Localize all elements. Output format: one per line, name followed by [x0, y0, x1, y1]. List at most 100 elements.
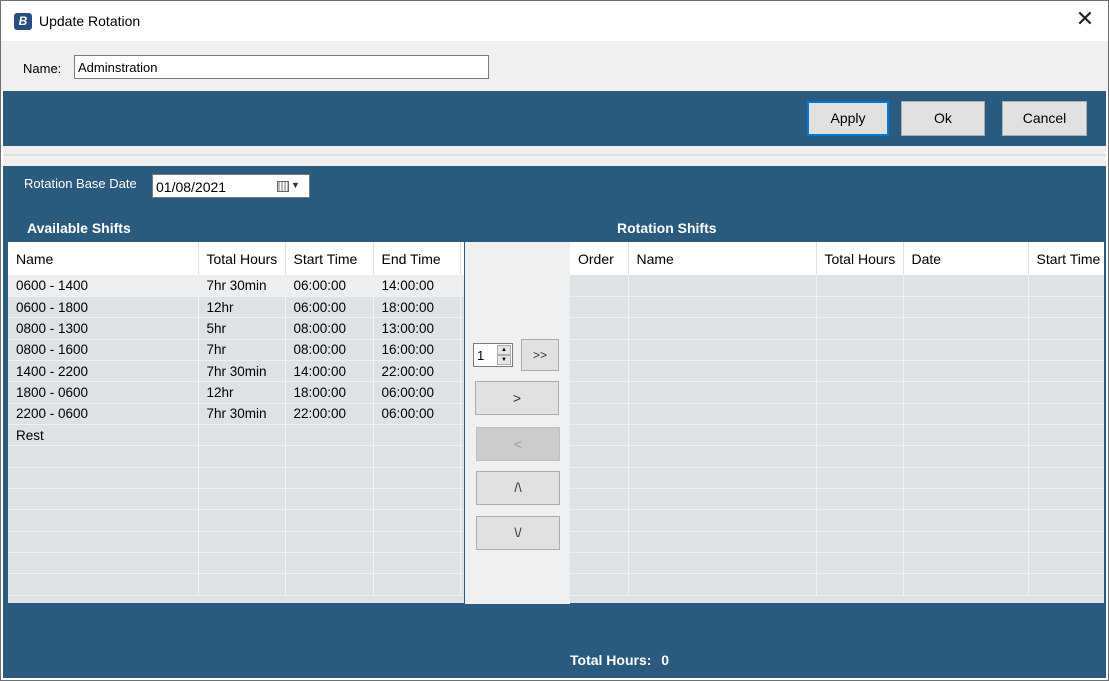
filler-cell	[460, 467, 464, 489]
empty-cell	[570, 360, 629, 383]
empty-cell	[570, 424, 629, 447]
column-header-name[interactable]: Name	[8, 242, 199, 275]
total-hours-value: 0	[661, 652, 670, 668]
empty-cell	[373, 552, 461, 575]
empty-row	[8, 488, 464, 511]
empty-cell	[373, 573, 461, 596]
column-header-total-hours[interactable]: Total Hours	[198, 242, 286, 275]
table-cell: 06:00:00	[373, 381, 461, 404]
quantity-stepper[interactable]: 1 ▲ ▼	[473, 343, 513, 367]
table-cell: 7hr 30min	[198, 403, 286, 425]
stepper-up-icon[interactable]: ▲	[497, 345, 511, 355]
empty-cell	[903, 403, 1029, 425]
empty-cell	[8, 531, 199, 553]
table-cell: 18:00:00	[373, 296, 461, 319]
empty-cell	[285, 552, 374, 575]
empty-cell	[816, 424, 904, 447]
table-cell: 13:00:00	[373, 317, 461, 340]
empty-cell	[903, 275, 1029, 297]
column-header-start-time[interactable]: Start Time	[1028, 242, 1104, 275]
apply-button[interactable]: Apply	[807, 101, 889, 136]
button-bar: Apply Ok Cancel	[3, 91, 1106, 146]
empty-cell	[903, 488, 1029, 511]
empty-cell	[570, 467, 629, 489]
table-cell	[285, 424, 374, 447]
empty-cell	[816, 488, 904, 511]
filler-cell	[460, 317, 464, 340]
empty-cell	[628, 531, 817, 553]
empty-cell	[628, 509, 817, 532]
table-row[interactable]: 2200 - 0600 7hr 30min 22:00:00 06:00:00	[8, 403, 464, 425]
empty-cell	[628, 552, 817, 575]
empty-cell	[373, 488, 461, 511]
filler-cell	[460, 488, 464, 511]
empty-cell	[570, 573, 629, 596]
add-shift-button[interactable]: >	[475, 381, 559, 415]
empty-row	[570, 296, 1104, 319]
total-hours-label: Total Hours:	[570, 652, 652, 668]
cancel-button[interactable]: Cancel	[1002, 101, 1087, 136]
available-shifts-grid[interactable]: Name Total Hours Start Time End Time 060…	[8, 242, 464, 603]
table-cell: 06:00:00	[373, 403, 461, 425]
table-row[interactable]: 0600 - 1400 7hr 30min 06:00:00 14:00:00	[8, 275, 464, 297]
empty-cell	[903, 381, 1029, 404]
empty-cell	[570, 488, 629, 511]
empty-cell	[198, 552, 286, 575]
stepper-down-icon[interactable]: ▼	[497, 355, 511, 365]
table-cell: 14:00:00	[373, 275, 461, 297]
column-header-name[interactable]: Name	[628, 242, 817, 275]
total-hours: Total Hours: 0	[570, 652, 669, 668]
empty-cell	[570, 552, 629, 575]
empty-row	[570, 552, 1104, 575]
move-up-button[interactable]: /\	[476, 471, 560, 505]
empty-cell	[1028, 296, 1104, 319]
column-header-total-hours[interactable]: Total Hours	[816, 242, 904, 275]
table-cell: 18:00:00	[285, 381, 374, 404]
empty-cell	[570, 445, 629, 468]
table-row[interactable]: 0800 - 1600 7hr 08:00:00 16:00:00	[8, 339, 464, 361]
empty-cell	[8, 488, 199, 511]
table-row[interactable]: Rest	[8, 424, 464, 447]
empty-cell	[1028, 445, 1104, 468]
name-input[interactable]	[74, 55, 489, 79]
empty-row	[570, 531, 1104, 553]
calendar-icon[interactable]	[277, 181, 289, 192]
empty-cell	[1028, 488, 1104, 511]
column-header-order[interactable]: Order	[570, 242, 629, 275]
empty-row	[570, 360, 1104, 383]
table-row[interactable]: 1400 - 2200 7hr 30min 14:00:00 22:00:00	[8, 360, 464, 383]
empty-cell	[816, 467, 904, 489]
empty-cell	[903, 467, 1029, 489]
rotation-base-date-picker[interactable]: 01/08/2021 ▼	[152, 174, 310, 198]
table-row[interactable]: 0800 - 1300 5hr 08:00:00 13:00:00	[8, 317, 464, 340]
table-row[interactable]: 0600 - 1800 12hr 06:00:00 18:00:00	[8, 296, 464, 319]
remove-shift-button[interactable]: <	[476, 427, 560, 461]
empty-cell	[570, 296, 629, 319]
move-down-button[interactable]: \/	[476, 516, 560, 550]
empty-cell	[570, 509, 629, 532]
empty-cell	[628, 488, 817, 511]
column-header-end-time[interactable]: End Time	[373, 242, 461, 275]
table-row[interactable]: 1800 - 0600 12hr 18:00:00 06:00:00	[8, 381, 464, 404]
quantity-stepper-value: 1	[477, 348, 485, 363]
filler-cell	[460, 296, 464, 319]
empty-row	[8, 552, 464, 575]
empty-cell	[628, 403, 817, 425]
separator-strip	[3, 146, 1106, 166]
table-cell: 12hr	[198, 296, 286, 319]
close-icon[interactable]: ✕	[1062, 1, 1108, 41]
add-multiple-button[interactable]: >>	[521, 339, 559, 371]
table-cell: 0600 - 1400	[8, 275, 199, 297]
empty-cell	[628, 573, 817, 596]
ok-button[interactable]: Ok	[901, 101, 985, 136]
rotation-panel: Rotation Base Date 01/08/2021 ▼ Availabl…	[3, 166, 1106, 678]
column-header-date[interactable]: Date	[903, 242, 1029, 275]
empty-cell	[373, 509, 461, 532]
empty-cell	[285, 573, 374, 596]
rotation-shifts-grid[interactable]: Order Name Total Hours Date Start Time	[570, 242, 1104, 603]
empty-cell	[1028, 403, 1104, 425]
column-header-start-time[interactable]: Start Time	[285, 242, 374, 275]
empty-cell	[198, 467, 286, 489]
rotation-shifts-header: Order Name Total Hours Date Start Time	[570, 242, 1104, 275]
chevron-down-icon[interactable]: ▼	[291, 180, 300, 190]
